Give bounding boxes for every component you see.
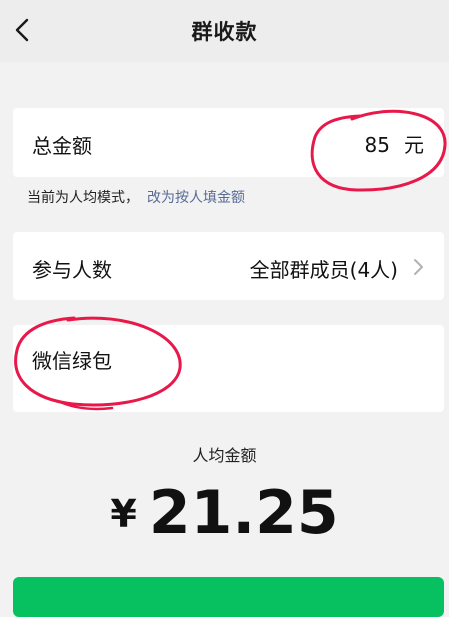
participants-value: 全部群成员(4人)	[249, 258, 398, 282]
currency-symbol: ¥	[110, 492, 137, 536]
total-amount-field[interactable]: 85 元	[365, 129, 424, 158]
average-amount: ¥21.25	[0, 478, 449, 548]
average-amount-label: 人均金额	[192, 446, 257, 465]
chevron-right-icon	[414, 259, 423, 275]
page-title: 群收款	[191, 20, 258, 44]
blessing-field[interactable]: 微信绿包	[13, 325, 444, 412]
average-amount-value: 21.25	[148, 478, 339, 548]
total-amount-unit: 元	[404, 133, 424, 157]
navigation-bar: 群收款	[0, 0, 449, 62]
blessing-text: 微信绿包	[32, 349, 112, 373]
total-amount-row: 总金额 85 元	[13, 108, 444, 177]
submit-button[interactable]	[13, 577, 444, 617]
mode-current-text: 当前为人均模式，	[27, 190, 139, 206]
participants-row[interactable]: 参与人数 全部群成员(4人)	[13, 232, 444, 300]
total-amount-value: 85	[364, 133, 390, 157]
participants-label: 参与人数	[32, 258, 112, 282]
switch-mode-link[interactable]: 改为按人填金额	[147, 190, 245, 206]
total-amount-label: 总金额	[32, 134, 92, 158]
mode-hint: 当前为人均模式， 改为按人填金额	[27, 187, 245, 207]
